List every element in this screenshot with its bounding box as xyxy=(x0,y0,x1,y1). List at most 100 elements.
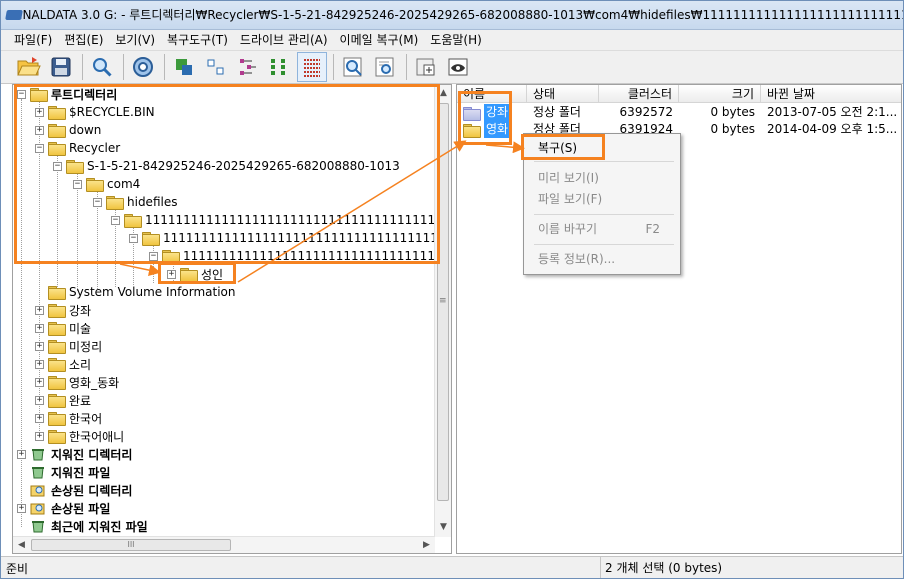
preview-button[interactable] xyxy=(443,52,473,82)
expand-icon[interactable]: + xyxy=(35,431,44,441)
find-advanced-button[interactable] xyxy=(370,52,400,82)
context-menu-restore-label: 복구(S) xyxy=(538,141,578,155)
column-header-modified-date[interactable]: 바뀐 날짜 xyxy=(761,85,901,103)
tree-item-label: System Volume Information xyxy=(69,285,236,299)
scroll-thumb[interactable]: ≡ xyxy=(437,103,449,501)
open-folder-button[interactable] xyxy=(14,52,44,82)
collapse-icon[interactable]: − xyxy=(17,89,26,99)
settings-button[interactable] xyxy=(128,52,158,82)
tree-item-lecture[interactable]: + 강좌 xyxy=(35,301,91,319)
tree-item-deleted-directories[interactable]: + 지워진 디렉터리 xyxy=(17,445,132,463)
collapse-icon[interactable]: − xyxy=(129,233,138,243)
search-icon xyxy=(93,58,112,77)
small-icons-button[interactable] xyxy=(201,52,231,82)
menu-view[interactable]: 보기(V) xyxy=(109,30,161,50)
tree-item-ones-1[interactable]: − 11111111111111111111111111111111111111… xyxy=(111,211,451,229)
list-view-button[interactable] xyxy=(233,52,263,82)
menu-help[interactable]: 도움말(H) xyxy=(424,30,488,50)
tree-vertical-scrollbar[interactable]: ▲ ≡ ▼ xyxy=(434,85,451,537)
menu-edit[interactable]: 편집(E) xyxy=(58,30,109,50)
tree-item-sid[interactable]: − S-1-5-21-842925246-2025429265-68200888… xyxy=(53,157,400,175)
save-button[interactable] xyxy=(46,52,76,82)
menu-file[interactable]: 파일(F) xyxy=(8,30,58,50)
expand-icon[interactable]: + xyxy=(35,107,44,117)
context-menu-restore[interactable]: 복구(S) xyxy=(524,138,680,158)
folder-icon xyxy=(48,358,66,372)
tree-item-ones-3[interactable]: − 11111111111111111111111111111111111111… xyxy=(149,247,451,265)
scroll-down-arrow-icon[interactable]: ▼ xyxy=(435,519,451,536)
expand-icon[interactable]: + xyxy=(35,359,44,369)
tree-item-root[interactable]: − 루트디렉터리 xyxy=(17,85,117,103)
expand-icon[interactable]: + xyxy=(35,377,44,387)
tree-item-video[interactable]: + 영화_동화 xyxy=(35,373,119,391)
tree-item-hidefiles[interactable]: − hidefiles xyxy=(93,193,177,211)
collapse-icon[interactable]: − xyxy=(93,197,102,207)
tree-item-deleted-files[interactable]: 지워진 파일 xyxy=(17,463,110,481)
tree-item-recycle-bin[interactable]: + $RECYCLE.BIN xyxy=(35,103,155,121)
search-button[interactable] xyxy=(87,52,117,82)
tree-item-label: 미술 xyxy=(69,321,92,336)
expand-icon[interactable]: + xyxy=(35,413,44,423)
tree-item-sound[interactable]: + 소리 xyxy=(35,355,91,373)
tree-item-korean[interactable]: + 한국어 xyxy=(35,409,102,427)
column-header-name[interactable]: 이름 xyxy=(457,85,527,103)
tree-item-recycler[interactable]: − Recycler xyxy=(35,139,120,157)
column-header-cluster[interactable]: 클러스터 xyxy=(599,85,679,103)
expand-icon[interactable]: + xyxy=(167,269,176,279)
new-window-button[interactable] xyxy=(411,52,441,82)
tree-item-damaged-files[interactable]: + 손상된 파일 xyxy=(17,499,110,517)
column-header-size[interactable]: 크기 xyxy=(679,85,761,103)
context-menu-preview[interactable]: 미리 보기(I) xyxy=(524,168,680,188)
context-menu-file-view[interactable]: 파일 보기(F) xyxy=(524,189,680,209)
menu-drive-management[interactable]: 드라이브 관리(A) xyxy=(234,30,334,50)
expand-icon[interactable]: + xyxy=(17,503,26,513)
recycle-bin-icon xyxy=(30,465,46,479)
tree-item-unsorted[interactable]: + 미정리 xyxy=(35,337,102,355)
collapse-icon[interactable]: − xyxy=(53,161,62,171)
large-icons-button[interactable] xyxy=(169,52,199,82)
list-item[interactable]: 강좌 정상 폴더 6392572 0 bytes 2013-07-05 오전 2… xyxy=(457,104,901,121)
collapse-icon[interactable]: − xyxy=(35,143,44,153)
save-disk-icon xyxy=(51,57,71,77)
menu-separator xyxy=(534,161,674,162)
expand-icon[interactable]: + xyxy=(35,341,44,351)
tree-view-button[interactable] xyxy=(265,52,295,82)
tree-item-ones-2[interactable]: − 11111111111111111111111111111111111111… xyxy=(129,229,451,247)
expand-icon[interactable]: + xyxy=(35,395,44,405)
tree-item-system-volume-information[interactable]: System Volume Information xyxy=(35,283,235,301)
tree-item-korean-anime[interactable]: + 한국어애니 xyxy=(35,427,124,445)
find-button[interactable] xyxy=(338,52,368,82)
directory-tree-panel[interactable]: − 루트디렉터리 + $RECYCLE.BIN + down − Recycle… xyxy=(12,84,452,554)
selection-status: 2 개체 선택 (0 bytes) xyxy=(600,557,904,579)
tree-item-recently-deleted-files[interactable]: 최근에 지워진 파일 xyxy=(17,517,148,535)
expand-icon[interactable]: + xyxy=(17,449,26,459)
scroll-up-arrow-icon[interactable]: ▲ xyxy=(435,85,451,102)
folder-icon xyxy=(86,178,104,192)
scroll-thumb[interactable]: III xyxy=(31,539,231,551)
expand-icon[interactable]: + xyxy=(35,323,44,333)
tree-item-adult[interactable]: + 성인 xyxy=(167,265,223,283)
context-menu-properties[interactable]: 등록 정보(R)... xyxy=(524,249,680,269)
menu-email-recovery[interactable]: 이메일 복구(M) xyxy=(334,30,425,50)
tree-item-damaged-directories[interactable]: 손상된 디렉터리 xyxy=(17,481,132,499)
collapse-icon[interactable]: − xyxy=(149,251,158,261)
scroll-left-arrow-icon[interactable]: ◀ xyxy=(13,537,30,553)
details-view-button[interactable] xyxy=(297,52,327,82)
tree-item-label: 손상된 디렉터리 xyxy=(51,483,133,498)
tree-item-label: com4 xyxy=(107,177,141,191)
tree-item-done[interactable]: + 완료 xyxy=(35,391,91,409)
tree-item-art[interactable]: + 미술 xyxy=(35,319,91,337)
expand-icon[interactable]: + xyxy=(35,125,44,135)
column-header-state[interactable]: 상태 xyxy=(527,85,599,103)
expand-icon[interactable]: + xyxy=(35,305,44,315)
context-menu-rename[interactable]: 이름 바꾸기 F2 xyxy=(524,219,680,239)
menu-recovery-tools[interactable]: 복구도구(T) xyxy=(161,30,234,50)
scroll-right-arrow-icon[interactable]: ▶ xyxy=(418,537,435,553)
collapse-icon[interactable]: − xyxy=(73,179,82,189)
tree-item-com4[interactable]: − com4 xyxy=(73,175,140,193)
collapse-icon[interactable]: − xyxy=(111,215,120,225)
recycle-bin-icon xyxy=(30,447,46,461)
tree-item-label: 지워진 디렉터리 xyxy=(51,447,133,462)
tree-item-down[interactable]: + down xyxy=(35,121,101,139)
tree-horizontal-scrollbar[interactable]: ◀ III ▶ xyxy=(13,536,435,553)
